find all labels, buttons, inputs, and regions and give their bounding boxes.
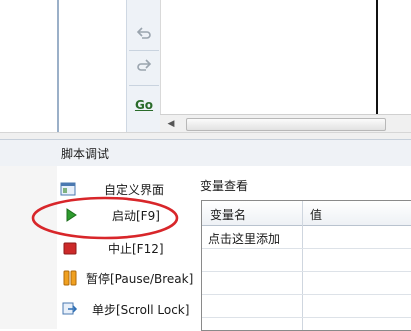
undo-button[interactable] xyxy=(135,24,153,42)
step-command[interactable]: 单步[Scroll Lock] xyxy=(62,297,189,321)
toolbar-separator xyxy=(129,85,159,86)
scroll-thumb[interactable] xyxy=(186,118,386,131)
left-gutter xyxy=(0,166,59,329)
column-header-name[interactable]: 变量名 xyxy=(210,206,246,223)
command-label: 暂停[Pause/Break] xyxy=(86,271,194,286)
watch-table: 变量名 值 点击这里添加 xyxy=(201,200,411,331)
undo-arrow-icon xyxy=(136,27,151,39)
command-label: 自定义界面 xyxy=(104,182,165,197)
editor-margin-line xyxy=(376,0,378,114)
scroll-left-icon[interactable]: ◀ xyxy=(164,117,178,130)
custom-ui-command[interactable]: 自定义界面 xyxy=(60,177,164,201)
play-icon xyxy=(63,207,79,223)
debug-panel-header: 脚本调试 xyxy=(0,139,411,167)
toolbar-separator xyxy=(129,50,159,51)
pause-command[interactable]: 暂停[Pause/Break] xyxy=(62,266,193,290)
redo-arrow-icon xyxy=(137,59,152,71)
pane-divider xyxy=(57,0,59,139)
start-command[interactable]: 启动[F9] xyxy=(63,203,160,227)
table-row xyxy=(202,272,411,295)
editor-bottom-edge xyxy=(0,132,411,139)
command-label: 中止[F12] xyxy=(108,241,164,256)
stop-icon xyxy=(62,240,78,256)
editor-toolbar: Go xyxy=(126,0,161,134)
go-icon: Go xyxy=(134,98,154,112)
custom-ui-icon xyxy=(60,181,76,197)
script-editor[interactable] xyxy=(160,0,411,114)
column-header-value[interactable]: 值 xyxy=(310,206,322,223)
command-label: 启动[F9] xyxy=(112,208,160,223)
pause-icon xyxy=(62,270,78,286)
go-button[interactable]: Go xyxy=(133,96,155,114)
table-row[interactable]: 点击这里添加 xyxy=(202,226,411,249)
outline-pane xyxy=(0,0,57,139)
table-row xyxy=(202,295,411,318)
table-row xyxy=(202,249,411,272)
redo-button[interactable] xyxy=(135,56,153,74)
add-variable-cell[interactable]: 点击这里添加 xyxy=(208,230,280,247)
step-icon xyxy=(62,301,78,317)
watch-title: 变量查看 xyxy=(200,179,249,193)
command-label: 单步[Scroll Lock] xyxy=(92,302,190,317)
table-header: 变量名 值 xyxy=(202,201,411,226)
horizontal-scrollbar[interactable]: ◀ xyxy=(160,114,411,133)
stop-command[interactable]: 中止[F12] xyxy=(62,236,164,260)
panel-title: 脚本调试 xyxy=(61,147,110,161)
